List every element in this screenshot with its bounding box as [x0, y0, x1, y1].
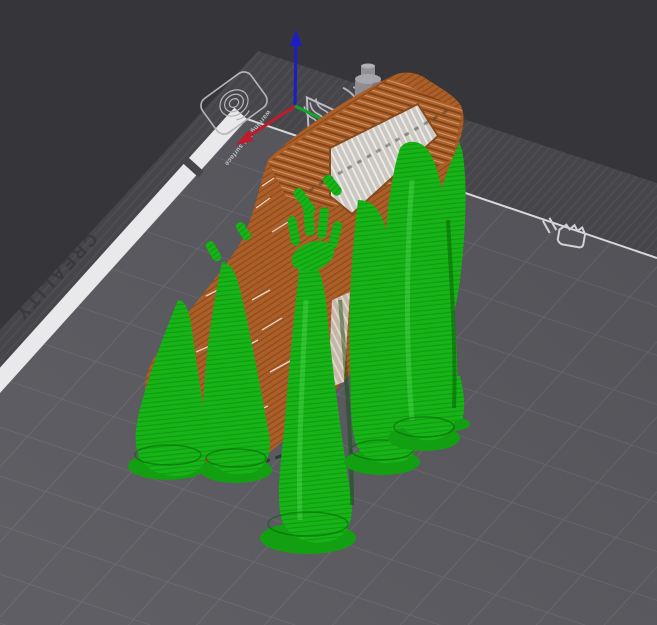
scene-3d[interactable]: CREALITY warning hot surface — [0, 0, 657, 625]
z-axis-arrow — [293, 43, 298, 107]
viewport-3d[interactable]: CREALITY warning hot surface — [0, 0, 657, 625]
